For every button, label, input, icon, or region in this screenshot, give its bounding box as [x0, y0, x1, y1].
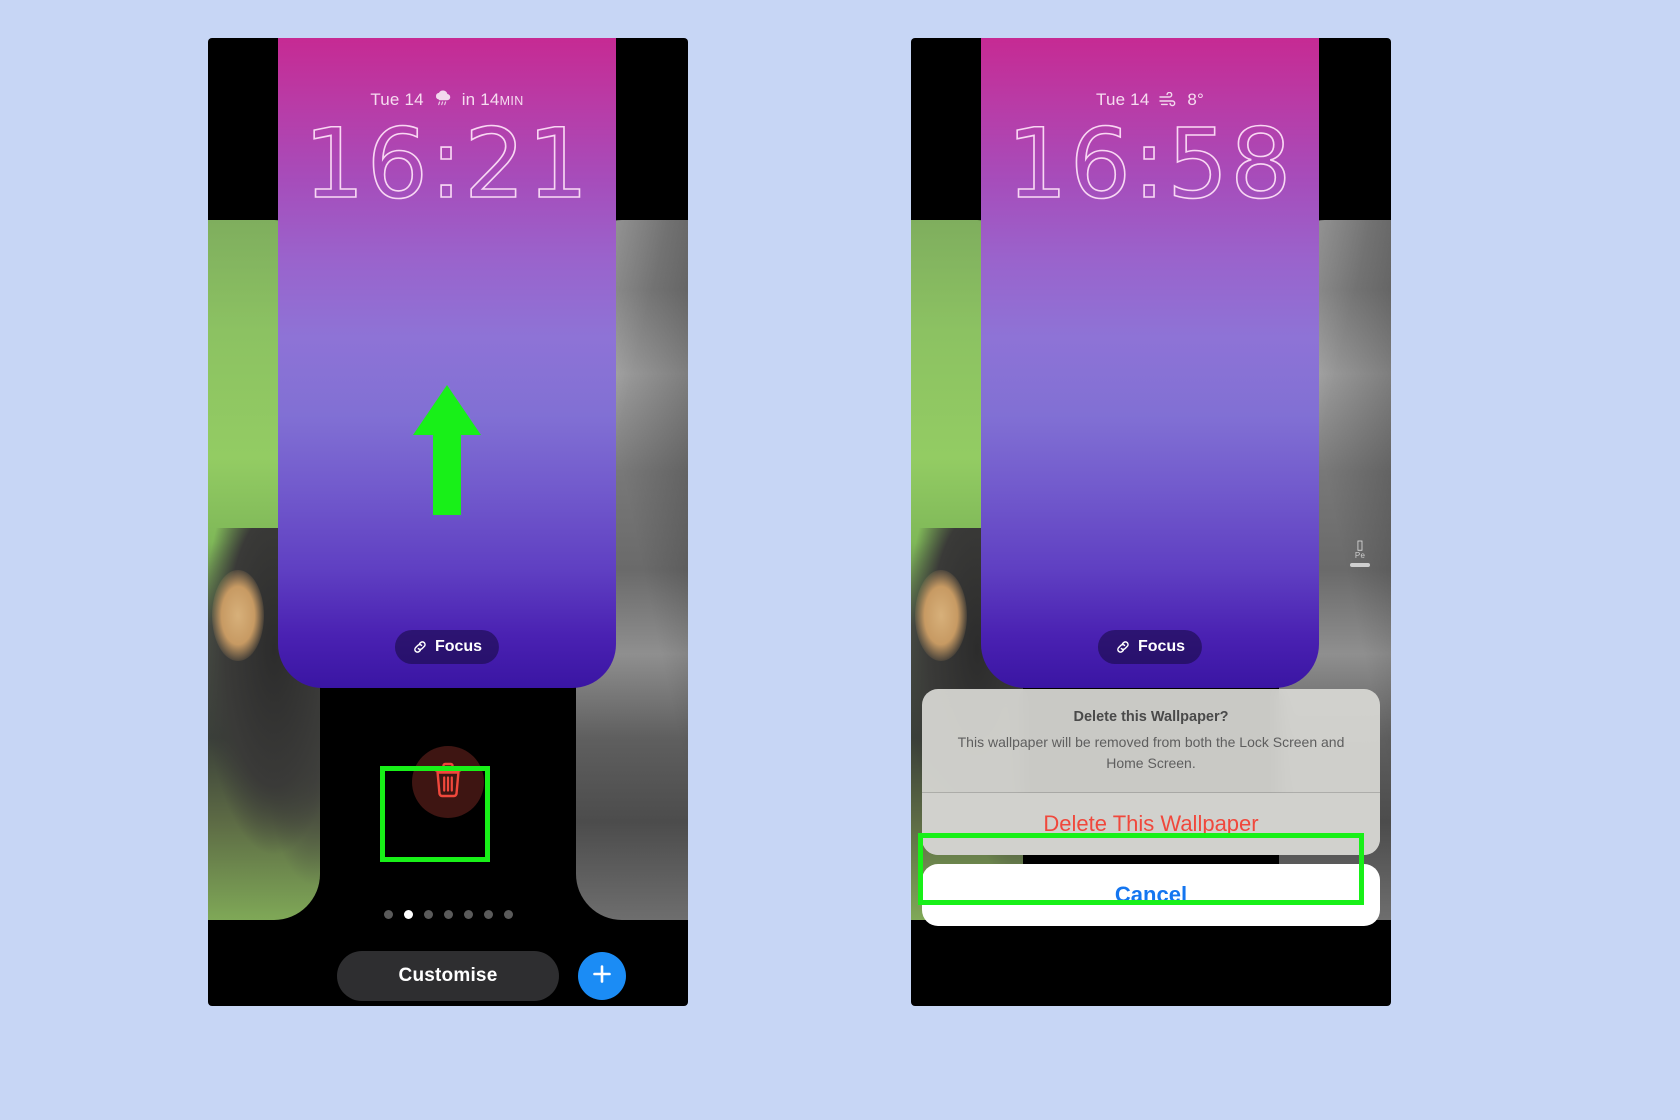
lock-screen-date: Tue 14 — [1095, 90, 1150, 109]
lock-screen-clock: 16:58 — [1006, 108, 1294, 220]
page-dot[interactable] — [463, 910, 473, 919]
lock-screen-clock: 16:21 — [303, 108, 591, 220]
lock-screen-date: Tue 14 — [370, 90, 424, 109]
preview-mini-widget: ▯ Pe — [1337, 537, 1383, 568]
right-phone-frame: ▯ Pe Tue 14 8° 16:58 Focus Delete this W… — [911, 38, 1391, 1006]
customise-button[interactable]: Customise — [337, 951, 559, 1001]
cancel-label: Cancel — [1114, 882, 1188, 907]
page-dot[interactable] — [483, 910, 493, 919]
phone-icon: ▯ — [1356, 537, 1364, 552]
link-icon — [1115, 639, 1131, 655]
trash-icon — [431, 762, 465, 803]
page-dot-active[interactable] — [403, 910, 413, 919]
focus-status-pill[interactable]: Focus — [1097, 630, 1203, 664]
screenshot-stage: Tue 14 in 14MIN 16:21 Focus Customise ▯ … — [0, 0, 1680, 1120]
delete-this-wallpaper-button[interactable]: Delete This Wallpaper — [922, 793, 1380, 855]
delete-this-wallpaper-label: Delete This Wallpaper — [1043, 811, 1259, 836]
lock-screen-weather-unit: MIN — [499, 94, 524, 108]
customise-label: Customise — [398, 965, 498, 986]
preview-mini-widget-label: Pe — [1354, 550, 1366, 560]
page-dot[interactable] — [423, 910, 433, 919]
page-dot[interactable] — [503, 910, 513, 919]
focus-status-pill[interactable]: Focus — [394, 630, 500, 664]
page-dot[interactable] — [383, 910, 393, 919]
focus-label: Focus — [1137, 638, 1186, 655]
lock-screen-preview-card[interactable]: Tue 14 in 14MIN 16:21 Focus — [278, 38, 616, 688]
page-dot[interactable] — [443, 910, 453, 919]
focus-label: Focus — [434, 638, 483, 655]
wallpaper-bottom-bar: Customise — [208, 946, 688, 1006]
cancel-button[interactable]: Cancel — [922, 864, 1380, 926]
action-sheet-group: Delete this Wallpaper? This wallpaper wi… — [922, 689, 1380, 855]
link-icon — [412, 639, 428, 655]
delete-wallpaper-button[interactable] — [392, 734, 504, 830]
arrow-up-icon — [411, 383, 483, 522]
action-sheet-message: This wallpaper will be removed from both… — [957, 734, 1345, 771]
preview-mini-widget-bar — [1350, 563, 1370, 568]
action-sheet-title: Delete this Wallpaper? — [1073, 709, 1229, 725]
left-phone-frame: Tue 14 in 14MIN 16:21 Focus Customise — [208, 38, 688, 1006]
plus-icon — [590, 962, 614, 991]
lock-screen-preview-card[interactable]: Tue 14 8° 16:58 Focus — [981, 38, 1319, 688]
action-sheet-header: Delete this Wallpaper? This wallpaper wi… — [922, 689, 1380, 792]
delete-wallpaper-action-sheet: Delete this Wallpaper? This wallpaper wi… — [922, 689, 1380, 926]
lock-screen-weather-text: in 14 — [461, 90, 500, 109]
wallpaper-page-dots[interactable] — [208, 910, 688, 919]
add-wallpaper-button[interactable] — [578, 952, 626, 1000]
trash-button-circle[interactable] — [412, 746, 484, 818]
lock-screen-weather-text: 8° — [1187, 90, 1205, 109]
